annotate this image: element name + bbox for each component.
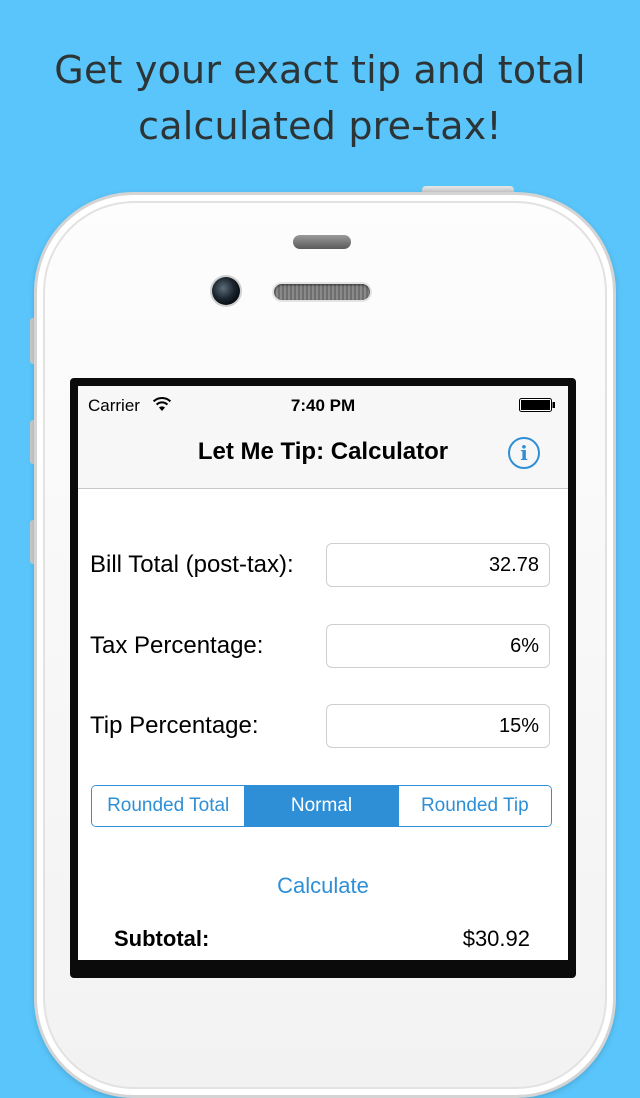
subtotal-row: Subtotal: $30.92 [78, 926, 568, 956]
phone-top-grille [293, 235, 351, 249]
tax-percentage-field[interactable] [326, 624, 550, 668]
promo-headline-line-1: Get your exact tip and total [54, 48, 586, 92]
front-camera-icon [212, 277, 240, 305]
tax-percentage-row: Tax Percentage: [78, 624, 568, 672]
tip-percentage-row: Tip Percentage: [78, 704, 568, 752]
page-title: Let Me Tip: Calculator [197, 438, 449, 465]
battery-icon [519, 398, 555, 412]
navigation-bar: Carrier 7:40 PM Let Me Tip: Calculator i [78, 386, 568, 489]
promo-headline-line-2: calculated pre-tax! [138, 104, 502, 148]
speaker-grille [274, 284, 370, 300]
tip-percentage-field[interactable] [326, 704, 550, 748]
calculate-button[interactable]: Calculate [78, 872, 568, 900]
subtotal-value: $30.92 [462, 926, 530, 951]
tax-percentage-label: Tax Percentage: [90, 632, 264, 659]
tip-percentage-label: Tip Percentage: [90, 712, 259, 739]
subtotal-label: Subtotal: [114, 926, 210, 951]
segment-rounded-total[interactable]: Rounded Total [92, 786, 246, 826]
bill-total-label: Bill Total (post-tax): [90, 551, 294, 578]
segment-normal[interactable]: Normal [245, 786, 399, 826]
promo-headline: Get your exact tip and total calculated … [0, 42, 640, 154]
rounding-mode-control: Rounded Total Normal Rounded Tip [91, 785, 552, 827]
status-time: 7:40 PM [290, 396, 356, 415]
app-screen: Carrier 7:40 PM Let Me Tip: Calculator i… [78, 386, 568, 960]
bill-total-field[interactable] [326, 543, 550, 587]
info-icon[interactable]: i [508, 437, 540, 469]
segment-rounded-tip[interactable]: Rounded Tip [398, 786, 551, 826]
bill-total-row: Bill Total (post-tax): [78, 543, 568, 591]
